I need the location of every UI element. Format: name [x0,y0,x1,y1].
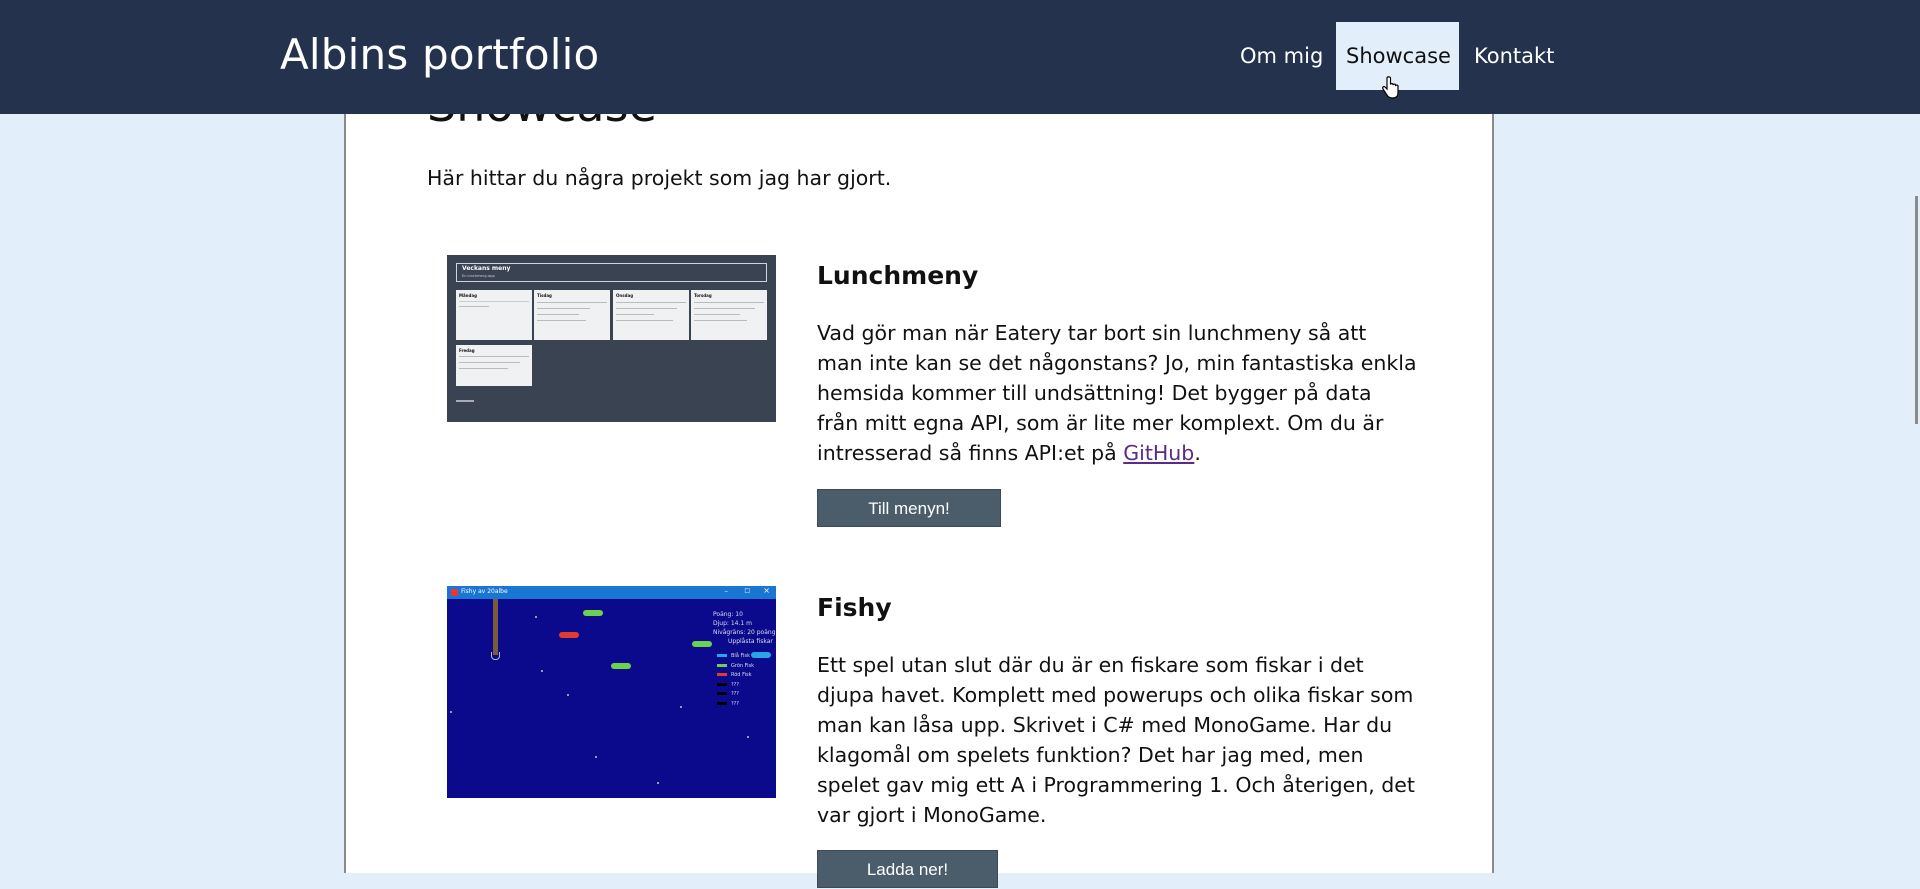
game-window-title: Fishy av 20albe [461,588,508,595]
game-hud: Poäng: 10 Djup: 14.1 m Nivågräns: 20 poä… [713,611,776,645]
fishy-screenshot: Fishy av 20albe – □ × Poäng: 10 Djup: 14… [447,586,776,798]
thumb-subtitle: En lunchmeny-app [462,274,495,278]
green-fish-icon [583,610,603,616]
lunchmeny-screenshot: Veckans meny En lunchmeny-app Måndag Tis… [447,255,776,422]
hook-icon [491,652,500,660]
green-fish-icon [611,663,631,669]
thumb-day-card: Fredag [456,345,532,386]
game-window-titlebar: Fishy av 20albe – □ × [447,586,776,599]
thumb-day-card: Tisdag [534,290,610,340]
till-menyn-button[interactable]: Till menyn! [817,489,1001,527]
maximize-icon: □ [744,587,750,594]
nav-link-kontakt[interactable]: Kontakt [1464,22,1564,90]
navbar: Albins portfolio Om mig Showcase Kontakt [0,0,1920,114]
thumb-day-card: Måndag [456,290,532,340]
ladda-ner-button[interactable]: Ladda ner! [817,850,998,888]
fish-list: Blå Fisk Grön Fisk Röd Fisk ??? ??? ??? [717,652,754,709]
thumb-day-card: Torsdag [691,290,767,340]
main-nav: Om mig Showcase Kontakt [0,22,1920,92]
project-title-fishy: Fishy [817,593,892,622]
project-title-lunchmeny: Lunchmeny [817,261,979,290]
intro-text: Här hittar du några projekt som jag har … [427,166,892,190]
red-fish-icon [559,632,579,638]
github-link[interactable]: GitHub [1123,441,1194,465]
app-icon [451,589,458,596]
green-fish-icon [692,641,712,647]
project-desc-fishy: Ett spel utan slut där du är en fiskare … [817,653,1415,827]
thumb-day-card: Onsdag [613,290,689,340]
main-content: Showcase Här hittar du några projekt som… [344,0,1494,888]
thumb-header: Veckans meny En lunchmeny-app [456,263,767,282]
fishing-line [493,599,498,655]
project-desc-lunchmeny: Vad gör man när Eatery tar bort sin lunc… [817,321,1417,465]
thumb-title: Veckans meny [462,265,511,272]
nav-link-om-mig[interactable]: Om mig [1230,22,1333,90]
scrollbar-thumb[interactable] [1915,196,1918,424]
hand-cursor-icon [1382,76,1399,99]
close-icon: × [763,586,770,595]
minimize-icon: – [724,587,729,595]
